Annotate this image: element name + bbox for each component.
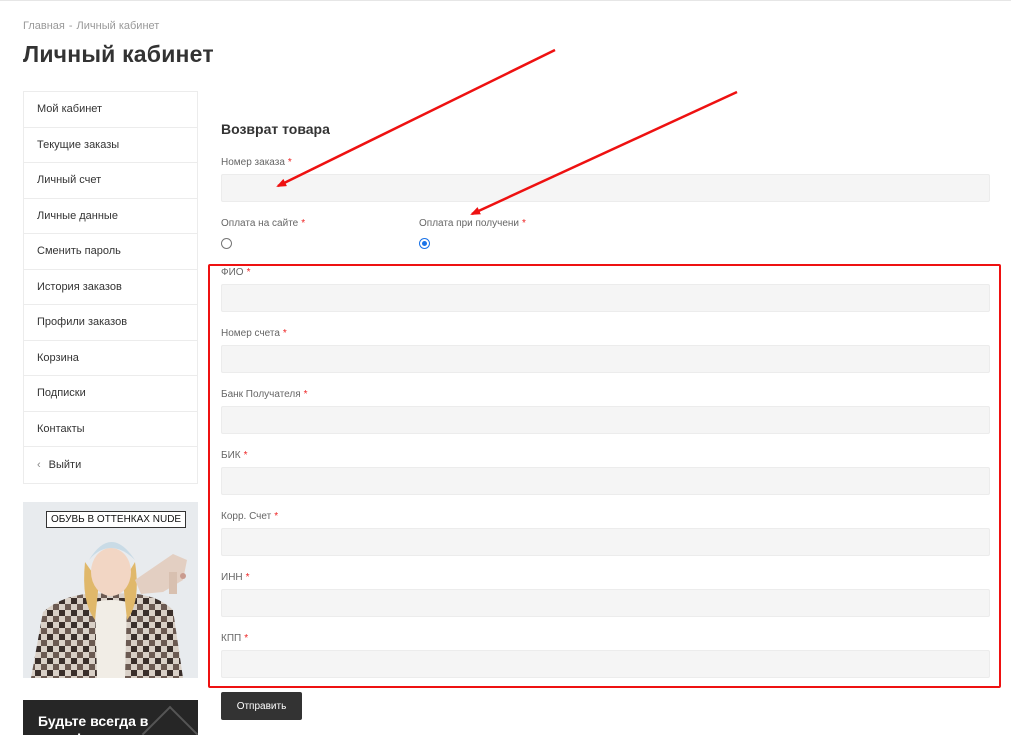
kpp-label: КПП *: [221, 633, 248, 644]
fio-label-text: ФИО: [221, 267, 244, 278]
required-mark: *: [282, 328, 287, 339]
page-title: Личный кабинет: [23, 41, 214, 67]
sidebar-item-contacts[interactable]: Контакты: [24, 412, 197, 447]
chevron-left-icon: ‹: [37, 458, 41, 471]
promo-banner[interactable]: ОБУВЬ В ОТТЕНКАХ NUDE: [23, 502, 198, 678]
required-mark: *: [245, 572, 250, 583]
fio-label: ФИО *: [221, 267, 250, 278]
sidebar-item-label: Профили заказов: [37, 316, 128, 329]
sidebar-item-change-password[interactable]: Сменить пароль: [24, 234, 197, 270]
form-title: Возврат товара: [221, 121, 330, 137]
required-mark: *: [246, 267, 251, 278]
payment-delivery-radio[interactable]: [419, 238, 430, 249]
breadcrumb-current: Личный кабинет: [76, 20, 160, 32]
bank-input[interactable]: [221, 406, 990, 434]
required-mark: *: [274, 511, 279, 522]
payment-delivery-label-text: Оплата при получени: [419, 218, 519, 229]
order-number-input[interactable]: [221, 174, 990, 202]
required-mark: *: [303, 389, 308, 400]
order-number-label: Номер заказа *: [221, 157, 292, 168]
sidebar-item-order-history[interactable]: История заказов: [24, 270, 197, 305]
required-mark: *: [287, 157, 292, 168]
sidebar-item-label: Выйти: [48, 458, 82, 471]
subscribe-banner-text: Будьте всегда в курсе!: [38, 713, 149, 735]
bank-label: Банк Получателя *: [221, 389, 308, 400]
sidebar-item-order-profiles[interactable]: Профили заказов: [24, 305, 197, 341]
sidebar-item-my-cabinet[interactable]: Мой кабинет: [24, 92, 197, 128]
payment-site-label-text: Оплата на сайте: [221, 218, 299, 229]
sidebar-item-label: Мой кабинет: [37, 103, 103, 116]
bank-label-text: Банк Получателя: [221, 389, 301, 400]
required-mark: *: [301, 218, 306, 229]
sidebar-item-label: Личный счет: [37, 174, 102, 187]
breadcrumb-home-link[interactable]: Главная: [23, 20, 65, 32]
sidebar-item-subscriptions[interactable]: Подписки: [24, 376, 197, 412]
sidebar-item-label: Корзина: [37, 351, 79, 364]
bik-label-text: БИК: [221, 450, 241, 461]
sidebar-item-label: История заказов: [37, 280, 122, 293]
required-mark: *: [244, 633, 249, 644]
breadcrumb-separator: -: [68, 20, 73, 32]
sidebar-item-cart[interactable]: Корзина: [24, 341, 197, 376]
bik-label: БИК *: [221, 450, 247, 461]
annotation-arrow-order-number: [276, 48, 556, 188]
corr-account-input[interactable]: [221, 528, 990, 556]
sidebar-item-logout[interactable]: ‹ Выйти: [24, 447, 197, 483]
bik-input[interactable]: [221, 467, 990, 495]
corr-account-label-text: Корр. Счет: [221, 511, 272, 522]
kpp-label-text: КПП: [221, 633, 242, 644]
sidebar-item-label: Личные данные: [37, 209, 118, 222]
payment-delivery-label: Оплата при получени *: [419, 218, 526, 229]
inn-label: ИНН *: [221, 572, 250, 583]
inn-label-text: ИНН: [221, 572, 243, 583]
fio-input[interactable]: [221, 284, 990, 312]
breadcrumb: Главная - Личный кабинет: [23, 20, 159, 32]
account-sidebar: Мой кабинет Текущие заказы Личный счет Л…: [23, 91, 198, 484]
sidebar-item-label: Сменить пароль: [37, 245, 121, 258]
sidebar-item-label: Подписки: [37, 387, 86, 400]
top-divider: [0, 0, 1011, 1]
required-mark: *: [522, 218, 526, 229]
sidebar-item-label: Текущие заказы: [37, 138, 120, 151]
account-number-input[interactable]: [221, 345, 990, 373]
subscribe-banner[interactable]: Будьте всегда в курсе!: [23, 700, 198, 735]
inn-input[interactable]: [221, 589, 990, 617]
promo-model-image: [23, 502, 198, 678]
order-number-label-text: Номер заказа: [221, 157, 285, 168]
submit-button[interactable]: Отправить: [221, 692, 302, 720]
sidebar-item-personal-data[interactable]: Личные данные: [24, 199, 197, 234]
sidebar-item-personal-account[interactable]: Личный счет: [24, 163, 197, 199]
sidebar-item-label: Контакты: [37, 422, 85, 435]
corr-account-label: Корр. Счет *: [221, 511, 278, 522]
payment-site-label: Оплата на сайте *: [221, 218, 305, 229]
sidebar-item-current-orders[interactable]: Текущие заказы: [24, 128, 197, 163]
account-number-label-text: Номер счета: [221, 328, 280, 339]
kpp-input[interactable]: [221, 650, 990, 678]
required-mark: *: [243, 450, 248, 461]
promo-tag: ОБУВЬ В ОТТЕНКАХ NUDE: [46, 511, 187, 528]
payment-site-radio[interactable]: [221, 238, 232, 249]
account-number-label: Номер счета *: [221, 328, 287, 339]
